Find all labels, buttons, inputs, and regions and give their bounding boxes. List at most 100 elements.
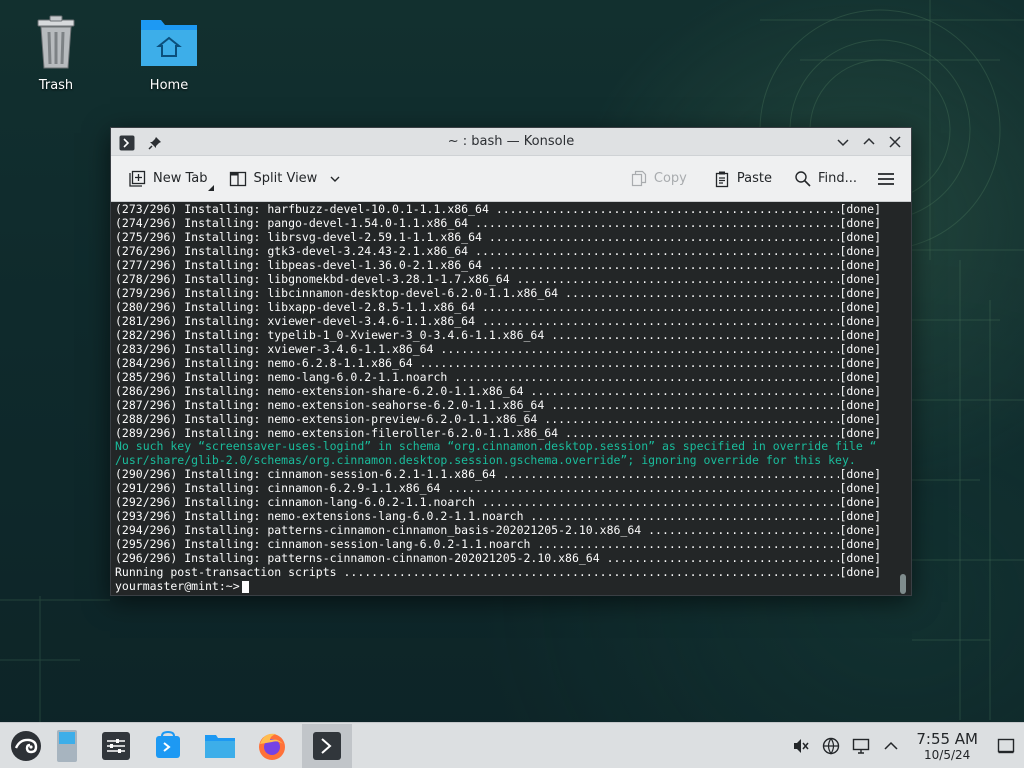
terminal-line: (288/296) Installing: nemo-extension-pre…: [115, 412, 907, 427]
terminal-line: (273/296) Installing: harfbuzz-devel-10.…: [115, 202, 907, 217]
hamburger-menu-button[interactable]: [871, 164, 901, 194]
terminal-line-status: [done]: [839, 327, 881, 342]
hamburger-menu-icon: [878, 172, 894, 185]
taskbar-firefox[interactable]: [250, 724, 294, 768]
terminal-line: (279/296) Installing: libcinnamon-deskto…: [115, 285, 907, 301]
terminal-line-dots: ........................................…: [537, 538, 839, 552]
terminal-line: (296/296) Installing: patterns-cinnamon-…: [115, 551, 907, 566]
terminal-line-dots: ........................................…: [481, 314, 840, 328]
terminal-line: Running post-transaction scripts .......…: [115, 565, 907, 580]
display-button[interactable]: [846, 723, 876, 768]
find-label: Find...: [817, 171, 857, 186]
terminal-line-status: [done]: [839, 271, 881, 286]
network-button[interactable]: [816, 723, 846, 768]
terminal-line-dots: ........................................…: [447, 482, 839, 496]
terminal-line: (282/296) Installing: typelib-1_0-Xviewe…: [115, 327, 907, 343]
terminal-line-dots: ........................................…: [419, 356, 840, 370]
terminal-line-text: (292/296) Installing: cinnamon-lang-6.0.…: [115, 495, 482, 510]
terminal-line-dots: ........................................…: [502, 468, 840, 482]
terminal-line-dots: ........................................…: [565, 426, 839, 440]
split-view-label: Split View: [253, 171, 318, 186]
terminal-icon: [313, 731, 341, 760]
terminal-line-dots: ........................................…: [551, 398, 839, 412]
close-icon: [889, 136, 901, 148]
taskbar-konsole[interactable]: [302, 723, 352, 768]
terminal-line-text: (291/296) Installing: cinnamon-6.2.9-1.1…: [115, 481, 448, 496]
warning-line: No such key “screensaver-uses-logind” in…: [115, 439, 877, 454]
terminal-line-status: [done]: [839, 467, 881, 482]
volume-muted-button[interactable]: [786, 723, 816, 768]
search-icon: [795, 170, 811, 187]
terminal-line-dots: ........................................…: [488, 230, 840, 244]
window-title: ~ : bash — Konsole: [447, 134, 575, 149]
taskbar-file-manager[interactable]: [198, 724, 242, 768]
terminal-line: (286/296) Installing: nemo-extension-sha…: [115, 383, 907, 399]
folder-icon: [205, 734, 235, 758]
terminal-line-text: (295/296) Installing: cinnamon-session-l…: [115, 537, 538, 552]
split-view-button[interactable]: Split View: [222, 164, 348, 194]
taskbar-discover[interactable]: [146, 724, 190, 768]
terminal-line-text: (286/296) Installing: nemo-extension-sha…: [115, 383, 531, 398]
terminal-line-status: [done]: [839, 257, 881, 272]
desktop-icon-home[interactable]: Home: [129, 10, 209, 93]
new-tab-label: New Tab: [153, 171, 208, 186]
settings-icon: [102, 731, 130, 760]
desktop-icon-label: Home: [149, 78, 189, 93]
terminal-scrollbar[interactable]: [900, 574, 906, 594]
terminal-line: (274/296) Installing: pango-devel-1.54.0…: [115, 216, 907, 231]
app-launcher-button[interactable]: [0, 724, 52, 768]
digital-clock[interactable]: 7:55 AM 10/5/24: [906, 730, 988, 762]
terminal-line-text: (277/296) Installing: libpeas-devel-1.36…: [115, 257, 489, 272]
terminal-line-text: (296/296) Installing: patterns-cinnamon-…: [115, 551, 607, 566]
chevron-down-icon: [330, 176, 340, 182]
terminal-line-text: (279/296) Installing: libcinnamon-deskto…: [115, 285, 566, 300]
volume-muted-icon: [794, 739, 809, 753]
konsole-window: ~ : bash — Konsole New Tab Split View Co…: [110, 127, 912, 596]
close-button[interactable]: [885, 132, 905, 152]
trash-icon: [24, 10, 88, 74]
terminal-line: (289/296) Installing: nemo-extension-fil…: [115, 425, 907, 441]
software-store-icon: [156, 730, 180, 758]
minimize-button[interactable]: [833, 132, 853, 152]
terminal-line-status: [done]: [839, 341, 881, 356]
maximize-button[interactable]: [859, 132, 879, 152]
chevron-up-icon: [884, 741, 898, 750]
shell-prompt[interactable]: yourmaster@mint:~>: [115, 579, 907, 594]
taskbar-system-settings[interactable]: [94, 724, 138, 768]
desktop-pager[interactable]: [52, 724, 82, 768]
terminal-line-text: (278/296) Installing: libgnomekbd-devel-…: [115, 271, 517, 286]
terminal-line-dots: ........................................…: [488, 258, 840, 272]
clock-date: 10/5/24: [924, 747, 971, 762]
terminal-line-dots: ........................................…: [551, 328, 839, 342]
terminal-line-text: Running post-transaction scripts: [115, 565, 344, 580]
new-tab-button[interactable]: New Tab: [121, 164, 214, 194]
terminal-line-text: (289/296) Installing: nemo-extension-fil…: [115, 425, 566, 440]
opensuse-logo-icon: [11, 730, 41, 761]
terminal-line-dots: ........................................…: [516, 272, 840, 286]
terminal-line: (275/296) Installing: librsvg-devel-2.59…: [115, 230, 907, 245]
copy-label: Copy: [653, 171, 687, 186]
warning-line: /usr/share/glib-2.0/schemas/org.cinnamon…: [115, 453, 856, 468]
terminal-line: (285/296) Installing: nemo-lang-6.0.2-1.…: [115, 370, 907, 385]
terminal-line-status: [done]: [839, 397, 881, 412]
terminal-line-text: (287/296) Installing: nemo-extension-sea…: [115, 397, 552, 412]
terminal-line: (281/296) Installing: xviewer-devel-3.4.…: [115, 314, 907, 329]
terminal-line-dots: ........................................…: [530, 384, 839, 398]
terminal-output[interactable]: (273/296) Installing: harfbuzz-devel-10.…: [111, 202, 911, 595]
paste-button[interactable]: Paste: [707, 164, 778, 194]
copy-button[interactable]: Copy: [624, 164, 693, 194]
show-desktop-button[interactable]: [988, 723, 1024, 768]
terminal-line-status: [done]: [839, 495, 881, 510]
taskbar: 7:55 AM 10/5/24: [0, 722, 1024, 768]
terminal-line-status: [done]: [839, 509, 881, 524]
window-titlebar[interactable]: ~ : bash — Konsole: [111, 128, 911, 156]
desktop-icon-trash[interactable]: Trash: [16, 10, 96, 93]
terminal-line-text: (282/296) Installing: typelib-1_0-Xviewe…: [115, 327, 552, 342]
terminal-line-dots: ........................................…: [648, 524, 839, 538]
terminal-line-text: (293/296) Installing: nemo-extensions-la…: [115, 509, 531, 524]
tray-expand-button[interactable]: [876, 723, 906, 768]
terminal-line-dots: ........................................…: [475, 216, 839, 230]
paste-label: Paste: [736, 171, 772, 186]
terminal-line-dots: ........................................…: [544, 412, 840, 426]
find-button[interactable]: Find...: [788, 164, 863, 194]
